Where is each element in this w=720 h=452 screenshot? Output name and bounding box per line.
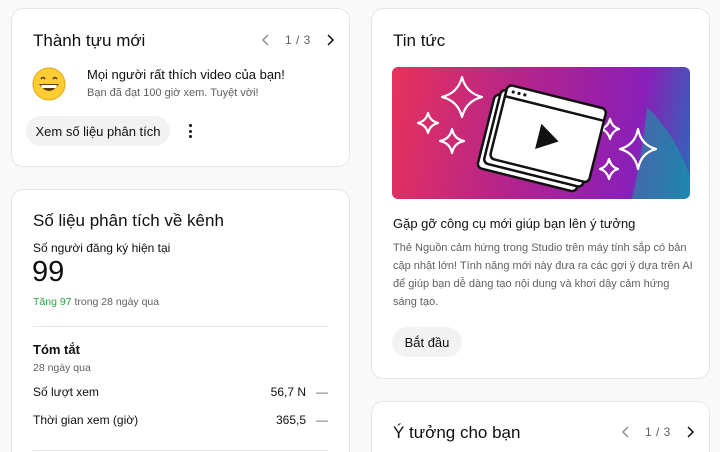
ideas-card: Ý tưởng cho bạn 1 / 3	[371, 401, 710, 452]
summary-row-trend: —	[316, 385, 328, 399]
analytics-divider	[33, 326, 328, 327]
achievements-page-count: 1 / 3	[285, 33, 311, 47]
more-options-icon[interactable]	[184, 121, 196, 141]
news-body: Thẻ Nguồn cảm hứng trong Studio trên máy…	[393, 242, 693, 308]
get-started-button[interactable]: Bắt đầu	[392, 327, 462, 357]
ideas-page-count: 1 / 3	[645, 425, 671, 439]
chevron-right-icon[interactable]	[679, 421, 701, 443]
news-headline[interactable]: Gặp gỡ công cụ mới giúp bạn lên ý tưởng	[393, 216, 635, 231]
subscribers-growth: Tăng 97 trong 28 ngày qua	[33, 296, 159, 308]
achievements-title: Thành tựu mới	[33, 31, 146, 50]
ideas-pager: 1 / 3	[615, 421, 701, 443]
summary-row-watch-time[interactable]: Thời gian xem (giờ) 365,5 —	[33, 413, 328, 427]
summary-row-value: 56,7 N	[270, 385, 306, 399]
summary-row-trend: —	[316, 413, 328, 427]
news-title: Tin tức	[393, 31, 446, 50]
summary-row-label: Số lượt xem	[33, 385, 99, 399]
chevron-right-icon[interactable]	[319, 29, 341, 51]
subscribers-label: Số người đăng ký hiện tại	[33, 241, 171, 255]
achievements-card: Thành tựu mới 1 / 3 Mọi người rất thích …	[11, 8, 350, 167]
achievement-headline: Mọi người rất thích video của bạn!	[87, 67, 285, 82]
summary-row-views[interactable]: Số lượt xem 56,7 N —	[33, 385, 328, 399]
achievement-subtext: Bạn đã đạt 100 giờ xem. Tuyệt vời!	[87, 87, 259, 99]
summary-title: Tóm tắt	[33, 342, 80, 357]
growth-period: trong 28 ngày qua	[74, 296, 160, 308]
news-card: Tin tức Gặp gỡ công cụ mới giúp bạn lên …	[371, 8, 710, 379]
news-banner-image[interactable]	[392, 67, 690, 199]
chevron-left-icon[interactable]	[255, 29, 277, 51]
channel-analytics-card: Số liệu phân tích về kênh Số người đăng …	[11, 189, 350, 452]
analytics-bottom-divider	[33, 450, 328, 451]
summary-row-label: Thời gian xem (giờ)	[33, 413, 139, 427]
ideas-title: Ý tưởng cho bạn	[393, 423, 521, 442]
growth-value: Tăng 97	[33, 296, 72, 308]
view-analytics-button[interactable]: Xem số liệu phân tích	[26, 116, 170, 146]
analytics-title: Số liệu phân tích về kênh	[33, 211, 224, 230]
subscribers-value: 99	[32, 256, 65, 288]
summary-period: 28 ngày qua	[33, 362, 91, 374]
grinning-emoji-icon	[32, 67, 66, 101]
summary-row-value: 365,5	[275, 413, 306, 427]
chevron-left-icon[interactable]	[615, 421, 637, 443]
achievements-pager: 1 / 3	[255, 29, 341, 51]
